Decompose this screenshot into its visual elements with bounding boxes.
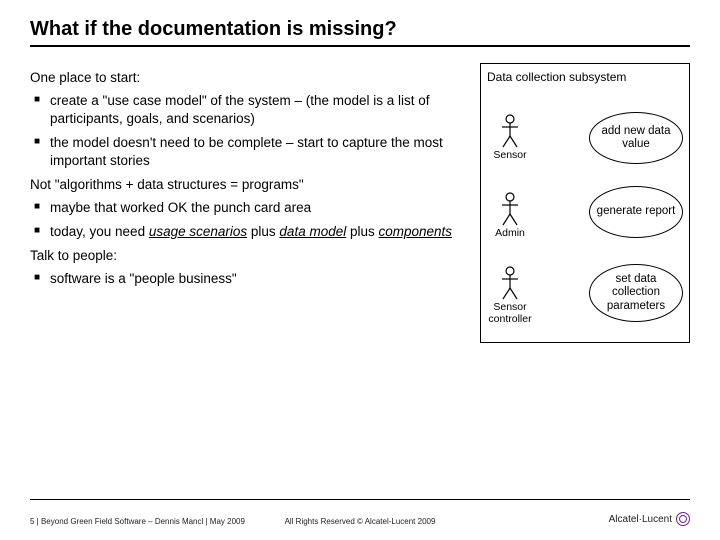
actor-label: Sensor controller [475, 302, 545, 325]
actor-label: Sensor [493, 150, 526, 162]
bullet-item: maybe that worked OK the punch card area [30, 199, 468, 217]
footer-rule [30, 499, 690, 500]
usecase-diagram: Data collection subsystem Sensor Admin S… [480, 63, 690, 343]
usecase-generate-report: generate report [589, 186, 683, 238]
usecase-label: generate report [597, 205, 676, 218]
talk-line: Talk to people: [30, 247, 468, 265]
bullet-item: create a "use case model" of the system … [30, 92, 468, 128]
bullet-item: today, you need usage scenarios plus dat… [30, 223, 468, 241]
person-icon [500, 266, 520, 300]
bullet-group-1: create a "use case model" of the system … [30, 92, 468, 170]
bullet-item: the model doesn't need to be complete – … [30, 134, 468, 170]
text: today, you need [50, 224, 149, 239]
title-rule [30, 45, 690, 47]
bullet-group-3: software is a "people business" [30, 270, 468, 288]
text: plus [346, 224, 378, 239]
person-icon [500, 192, 520, 226]
keyword: usage scenarios [149, 224, 247, 239]
footer-center: All Rights Reserved © Alcatel-Lucent 200… [285, 517, 436, 526]
keyword: components [379, 224, 453, 239]
text: plus [247, 224, 279, 239]
diagram-column: Data collection subsystem Sensor Admin S… [480, 63, 690, 343]
text-column: One place to start: create a "use case m… [30, 63, 468, 343]
person-icon [500, 114, 520, 148]
actor-sensor: Sensor [475, 114, 545, 162]
actor-admin: Admin [475, 192, 545, 240]
bullet-group-2: maybe that worked OK the punch card area… [30, 199, 468, 240]
usecase-set-params: set data collection parameters [589, 264, 683, 322]
slide-title: What if the documentation is missing? [30, 18, 690, 41]
usecase-label: add new data value [594, 125, 678, 151]
footer-left: 5 | Beyond Green Field Software – Dennis… [30, 517, 245, 526]
keyword: data model [279, 224, 346, 239]
brand-name: Alcatel·Lucent [609, 514, 672, 525]
usecase-add-data: add new data value [589, 112, 683, 164]
diagram-title: Data collection subsystem [487, 70, 683, 84]
bullet-item: software is a "people business" [30, 270, 468, 288]
actor-sensor-controller: Sensor controller [475, 266, 545, 325]
brand-logo-icon [676, 512, 690, 526]
intro-line: One place to start: [30, 69, 468, 87]
slide-body: One place to start: create a "use case m… [30, 63, 690, 343]
actor-label: Admin [495, 228, 525, 240]
quote-line: Not "algorithms + data structures = prog… [30, 176, 468, 194]
footer: 5 | Beyond Green Field Software – Dennis… [30, 512, 690, 526]
slide: What if the documentation is missing? On… [0, 0, 720, 540]
brand: Alcatel·Lucent [609, 512, 690, 526]
usecase-label: set data collection parameters [594, 273, 678, 313]
